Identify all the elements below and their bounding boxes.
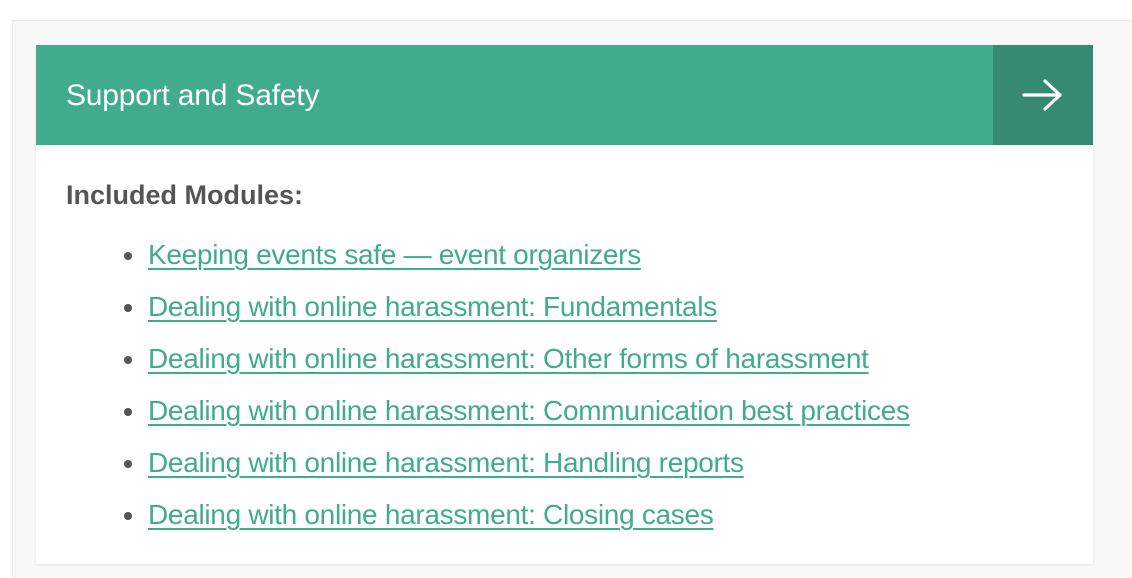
arrow-right-icon: [1022, 79, 1062, 111]
bullet-icon: [124, 252, 132, 260]
list-item: Dealing with online harassment: Handling…: [66, 437, 1073, 489]
module-link-fundamentals[interactable]: Dealing with online harassment: Fundamen…: [148, 291, 717, 322]
list-item: Keeping events safe — event organizers: [66, 229, 1073, 281]
modules-heading: Included Modules:: [66, 180, 304, 210]
module-link-communication[interactable]: Dealing with online harassment: Communic…: [148, 395, 910, 426]
course-card: Support and Safety Included Modules: Kee…: [36, 45, 1093, 564]
list-item: Dealing with online harassment: Communic…: [66, 385, 1073, 437]
module-link-other-forms[interactable]: Dealing with online harassment: Other fo…: [148, 343, 869, 374]
list-item: Dealing with online harassment: Other fo…: [66, 333, 1073, 385]
list-item: Dealing with online harassment: Fundamen…: [66, 281, 1073, 333]
bullet-icon: [124, 304, 132, 312]
module-link-handling-reports[interactable]: Dealing with online harassment: Handling…: [148, 447, 744, 478]
module-link-keeping-events-safe[interactable]: Keeping events safe — event organizers: [148, 239, 641, 270]
card-body: Included Modules: Keeping events safe — …: [66, 175, 1073, 541]
bullet-icon: [124, 460, 132, 468]
open-course-button[interactable]: [993, 45, 1093, 145]
card-header[interactable]: Support and Safety: [36, 45, 1093, 145]
bullet-icon: [124, 408, 132, 416]
bullet-icon: [124, 512, 132, 520]
card-title[interactable]: Support and Safety: [66, 45, 319, 145]
module-list: Keeping events safe — event organizers D…: [66, 229, 1073, 541]
module-link-closing-cases[interactable]: Dealing with online harassment: Closing …: [148, 499, 714, 530]
list-item: Dealing with online harassment: Closing …: [66, 489, 1073, 541]
bullet-icon: [124, 356, 132, 364]
